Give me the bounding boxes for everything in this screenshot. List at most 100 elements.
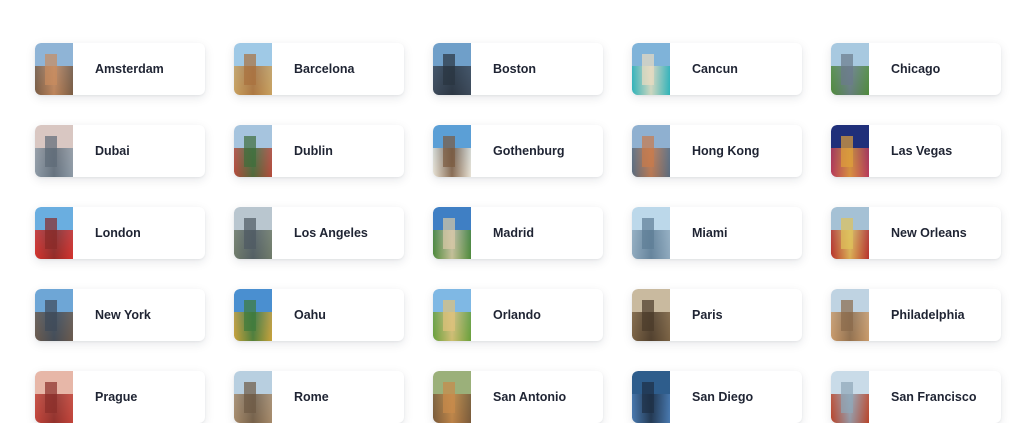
destination-card-gothenburg[interactable]: Gothenburg xyxy=(433,125,603,177)
destination-thumbnail xyxy=(35,289,73,341)
destination-label: Miami xyxy=(692,226,728,240)
destination-thumbnail xyxy=(433,43,471,95)
destination-label: London xyxy=(95,226,141,240)
destination-thumbnail xyxy=(234,43,272,95)
destination-label: Rome xyxy=(294,390,329,404)
destination-thumbnail xyxy=(234,125,272,177)
destination-card-paris[interactable]: Paris xyxy=(632,289,802,341)
destination-label: Los Angeles xyxy=(294,226,368,240)
destination-card-rome[interactable]: Rome xyxy=(234,371,404,423)
thumbnail-landmark xyxy=(244,217,256,249)
destination-label: Boston xyxy=(493,62,537,76)
destination-thumbnail xyxy=(831,371,869,423)
destination-label: New York xyxy=(95,308,151,322)
destination-label: Las Vegas xyxy=(891,144,953,158)
destination-label: Gothenburg xyxy=(493,144,565,158)
destination-thumbnail xyxy=(234,371,272,423)
thumbnail-landmark xyxy=(642,135,654,167)
thumbnail-landmark xyxy=(841,299,853,331)
destination-thumbnail xyxy=(632,371,670,423)
destination-card-dubai[interactable]: Dubai xyxy=(35,125,205,177)
destination-card-orlando[interactable]: Orlando xyxy=(433,289,603,341)
destination-thumbnail xyxy=(35,125,73,177)
destination-thumbnail xyxy=(632,207,670,259)
thumbnail-landmark xyxy=(244,299,256,331)
destination-thumbnail xyxy=(831,207,869,259)
destination-thumbnail xyxy=(234,289,272,341)
destination-card-london[interactable]: London xyxy=(35,207,205,259)
destination-thumbnail xyxy=(632,125,670,177)
destination-label: Amsterdam xyxy=(95,62,164,76)
destination-thumbnail xyxy=(831,289,869,341)
thumbnail-landmark xyxy=(45,53,57,85)
thumbnail-landmark xyxy=(244,381,256,413)
destination-card-san-diego[interactable]: San Diego xyxy=(632,371,802,423)
destination-thumbnail xyxy=(632,289,670,341)
destination-thumbnail xyxy=(632,43,670,95)
destination-label: Barcelona xyxy=(294,62,355,76)
destination-card-las-vegas[interactable]: Las Vegas xyxy=(831,125,1001,177)
destination-label: Hong Kong xyxy=(692,144,760,158)
destination-card-hong-kong[interactable]: Hong Kong xyxy=(632,125,802,177)
destination-card-los-angeles[interactable]: Los Angeles xyxy=(234,207,404,259)
destination-thumbnail xyxy=(35,207,73,259)
thumbnail-landmark xyxy=(45,135,57,167)
destination-label: San Diego xyxy=(692,390,754,404)
thumbnail-landmark xyxy=(642,217,654,249)
destination-label: Prague xyxy=(95,390,138,404)
destination-card-cancun[interactable]: Cancun xyxy=(632,43,802,95)
destination-thumbnail xyxy=(234,207,272,259)
destination-label: Madrid xyxy=(493,226,534,240)
thumbnail-landmark xyxy=(443,381,455,413)
destination-grid: Amsterdam Barcelona Boston Cancun Chicago Dub… xyxy=(35,43,1001,423)
destination-label: Oahu xyxy=(294,308,326,322)
destination-thumbnail xyxy=(831,43,869,95)
destination-card-dublin[interactable]: Dublin xyxy=(234,125,404,177)
destination-label: Chicago xyxy=(891,62,941,76)
destination-thumbnail xyxy=(433,207,471,259)
destination-card-madrid[interactable]: Madrid xyxy=(433,207,603,259)
thumbnail-landmark xyxy=(443,299,455,331)
destination-thumbnail xyxy=(433,289,471,341)
thumbnail-landmark xyxy=(642,299,654,331)
thumbnail-landmark xyxy=(841,381,853,413)
destination-label: Paris xyxy=(692,308,723,322)
destination-label: San Francisco xyxy=(891,390,977,404)
thumbnail-landmark xyxy=(841,135,853,167)
destination-card-boston[interactable]: Boston xyxy=(433,43,603,95)
destination-label: Dubai xyxy=(95,144,130,158)
destination-thumbnail xyxy=(35,371,73,423)
thumbnail-landmark xyxy=(841,53,853,85)
destination-card-barcelona[interactable]: Barcelona xyxy=(234,43,404,95)
destination-card-chicago[interactable]: Chicago xyxy=(831,43,1001,95)
destination-card-new-york[interactable]: New York xyxy=(35,289,205,341)
thumbnail-landmark xyxy=(642,53,654,85)
destination-card-miami[interactable]: Miami xyxy=(632,207,802,259)
thumbnail-landmark xyxy=(45,217,57,249)
destination-label: Orlando xyxy=(493,308,541,322)
destination-label: New Orleans xyxy=(891,226,967,240)
destination-label: Dublin xyxy=(294,144,333,158)
destination-card-san-francisco[interactable]: San Francisco xyxy=(831,371,1001,423)
thumbnail-landmark xyxy=(642,381,654,413)
destination-label: San Antonio xyxy=(493,390,567,404)
destination-thumbnail xyxy=(831,125,869,177)
destination-card-prague[interactable]: Prague xyxy=(35,371,205,423)
destination-thumbnail xyxy=(433,371,471,423)
destination-thumbnail xyxy=(35,43,73,95)
destination-card-new-orleans[interactable]: New Orleans xyxy=(831,207,1001,259)
thumbnail-landmark xyxy=(244,53,256,85)
thumbnail-landmark xyxy=(443,217,455,249)
thumbnail-landmark xyxy=(244,135,256,167)
destination-card-philadelphia[interactable]: Philadelphia xyxy=(831,289,1001,341)
thumbnail-landmark xyxy=(841,217,853,249)
thumbnail-landmark xyxy=(45,381,57,413)
destination-label: Cancun xyxy=(692,62,738,76)
destination-card-amsterdam[interactable]: Amsterdam xyxy=(35,43,205,95)
thumbnail-landmark xyxy=(45,299,57,331)
thumbnail-landmark xyxy=(443,53,455,85)
destination-card-oahu[interactable]: Oahu xyxy=(234,289,404,341)
thumbnail-landmark xyxy=(443,135,455,167)
destination-label: Philadelphia xyxy=(891,308,965,322)
destination-card-san-antonio[interactable]: San Antonio xyxy=(433,371,603,423)
